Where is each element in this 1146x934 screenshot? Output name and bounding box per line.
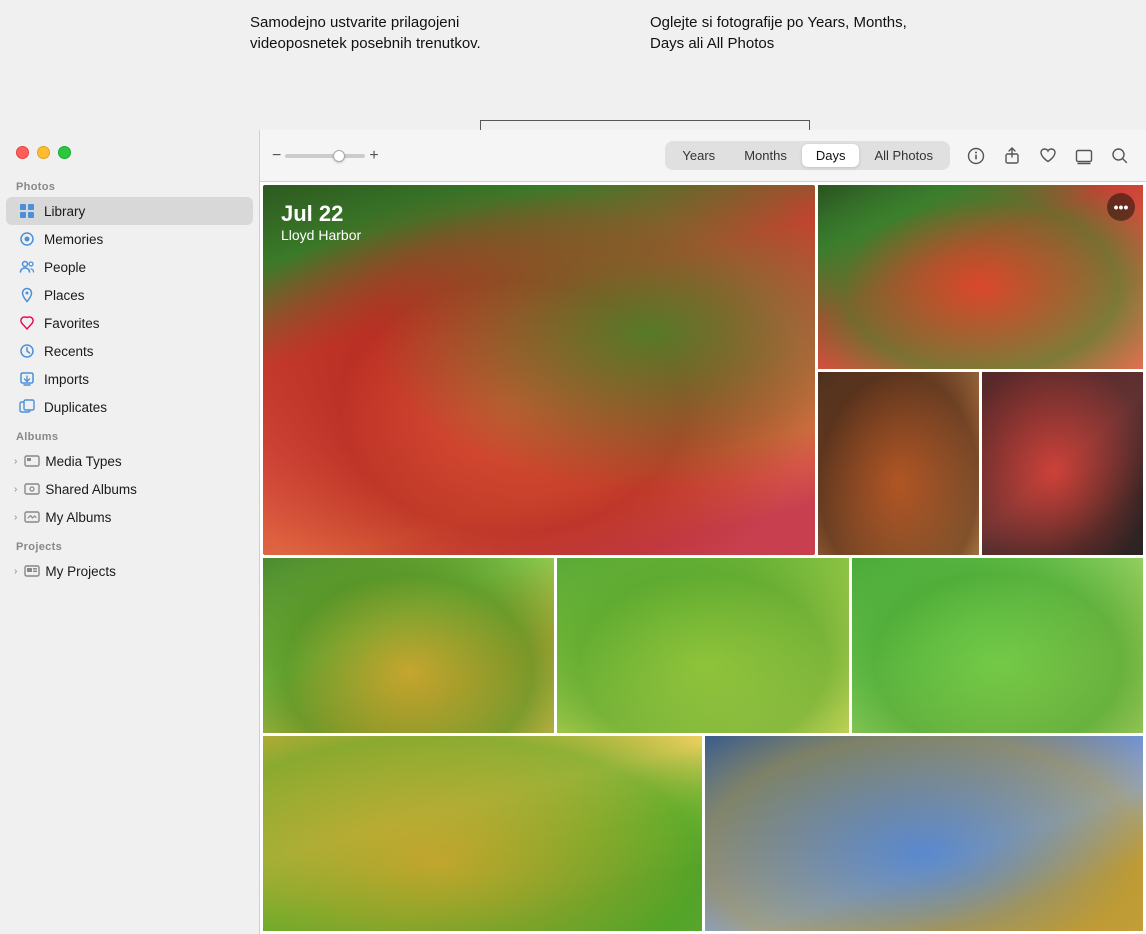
memories-icon bbox=[18, 230, 36, 248]
sidebar-item-recents[interactable]: Recents bbox=[6, 337, 253, 365]
library-icon bbox=[18, 202, 36, 220]
photo-grid: Jul 22 Lloyd Harbor ••• bbox=[260, 182, 1146, 934]
view-tab-group: Years Months Days All Photos bbox=[665, 141, 950, 170]
sidebar-item-places[interactable]: Places bbox=[6, 281, 253, 309]
info-button[interactable] bbox=[962, 142, 990, 170]
right-top-photo[interactable]: ••• bbox=[818, 185, 1143, 369]
sidebar-item-library[interactable]: Library bbox=[6, 197, 253, 225]
sidebar-duplicates-label: Duplicates bbox=[44, 400, 107, 415]
chevron-right-icon: › bbox=[14, 456, 17, 467]
shared-albums-icon bbox=[23, 480, 41, 498]
minimize-button[interactable] bbox=[37, 146, 50, 159]
albums-section-label: Albums bbox=[0, 421, 259, 447]
share-button[interactable] bbox=[998, 142, 1026, 170]
right-bottom-right-photo[interactable] bbox=[982, 372, 1143, 556]
right-bottom-left-photo[interactable] bbox=[818, 372, 979, 556]
sidebar-imports-label: Imports bbox=[44, 372, 89, 387]
photos-section-label: Photos bbox=[0, 171, 259, 197]
favorite-button[interactable] bbox=[1034, 142, 1062, 170]
middle-photo-3[interactable] bbox=[852, 558, 1143, 733]
sidebar-my-albums-label: My Albums bbox=[45, 510, 111, 525]
sidebar-memories-label: Memories bbox=[44, 232, 103, 247]
sidebar-recents-label: Recents bbox=[44, 344, 94, 359]
chevron-right-icon-4: › bbox=[14, 566, 17, 577]
favorites-icon bbox=[18, 314, 36, 332]
sidebar-favorites-label: Favorites bbox=[44, 316, 100, 331]
bottom-photo-1[interactable] bbox=[263, 736, 702, 931]
imports-icon bbox=[18, 370, 36, 388]
tab-months[interactable]: Months bbox=[730, 144, 801, 167]
zoom-slider-thumb[interactable] bbox=[333, 150, 345, 162]
bottom-photo-2[interactable] bbox=[705, 736, 1144, 931]
sidebar-item-media-types[interactable]: › Media Types bbox=[6, 447, 253, 475]
sidebar-item-favorites[interactable]: Favorites bbox=[6, 309, 253, 337]
middle-photo-2[interactable] bbox=[557, 558, 848, 733]
tooltip-right: Oglejte si fotografije po Years, Months,… bbox=[650, 12, 910, 54]
sidebar-item-my-projects[interactable]: › My Projects bbox=[6, 557, 253, 585]
toolbar-actions bbox=[962, 142, 1134, 170]
duplicates-icon bbox=[18, 398, 36, 416]
more-options-button[interactable]: ••• bbox=[1107, 193, 1135, 221]
photo-date: Jul 22 bbox=[281, 201, 361, 227]
traffic-lights bbox=[0, 130, 259, 171]
media-types-icon bbox=[23, 452, 41, 470]
slideshow-button[interactable] bbox=[1070, 142, 1098, 170]
sidebar-item-people[interactable]: People bbox=[6, 253, 253, 281]
places-icon bbox=[18, 286, 36, 304]
main-content: − + Years Months Days All Photos bbox=[260, 130, 1146, 934]
sidebar: Photos Library Memories bbox=[0, 130, 260, 934]
tab-all-photos[interactable]: All Photos bbox=[860, 144, 947, 167]
zoom-out-button[interactable]: − bbox=[272, 148, 281, 164]
search-button[interactable] bbox=[1106, 142, 1134, 170]
people-icon bbox=[18, 258, 36, 276]
chevron-right-icon-3: › bbox=[14, 512, 17, 523]
close-button[interactable] bbox=[16, 146, 29, 159]
sidebar-people-label: People bbox=[44, 260, 86, 275]
sidebar-item-memories[interactable]: Memories bbox=[6, 225, 253, 253]
zoom-controls: − + bbox=[272, 148, 379, 164]
sidebar-places-label: Places bbox=[44, 288, 85, 303]
sidebar-item-my-albums[interactable]: › My Albums bbox=[6, 503, 253, 531]
chevron-right-icon-2: › bbox=[14, 484, 17, 495]
my-projects-icon bbox=[23, 562, 41, 580]
sidebar-library-label: Library bbox=[44, 204, 85, 219]
my-albums-icon bbox=[23, 508, 41, 526]
tooltip-area: Samodejno ustvarite prilagojeni videopos… bbox=[0, 0, 1146, 130]
tooltip-left: Samodejno ustvarite prilagojeni videopos… bbox=[250, 12, 490, 54]
toolbar: − + Years Months Days All Photos bbox=[260, 130, 1146, 182]
zoom-slider[interactable] bbox=[285, 154, 365, 158]
main-photo[interactable]: Jul 22 Lloyd Harbor bbox=[263, 185, 815, 555]
photo-location: Lloyd Harbor bbox=[281, 227, 361, 243]
sidebar-item-imports[interactable]: Imports bbox=[6, 365, 253, 393]
projects-section-label: Projects bbox=[0, 531, 259, 557]
sidebar-item-shared-albums[interactable]: › Shared Albums bbox=[6, 475, 253, 503]
middle-photo-1[interactable] bbox=[263, 558, 554, 733]
maximize-button[interactable] bbox=[58, 146, 71, 159]
sidebar-my-projects-label: My Projects bbox=[45, 564, 116, 579]
photo-date-location: Jul 22 Lloyd Harbor bbox=[281, 201, 361, 243]
sidebar-shared-albums-label: Shared Albums bbox=[45, 482, 137, 497]
tab-years[interactable]: Years bbox=[668, 144, 729, 167]
zoom-in-button[interactable]: + bbox=[369, 148, 378, 164]
sidebar-item-duplicates[interactable]: Duplicates bbox=[6, 393, 253, 421]
tab-days[interactable]: Days bbox=[802, 144, 860, 167]
app-window: Photos Library Memories bbox=[0, 130, 1146, 934]
sidebar-media-types-label: Media Types bbox=[45, 454, 121, 469]
recents-icon bbox=[18, 342, 36, 360]
tooltip-bracket bbox=[480, 120, 810, 130]
